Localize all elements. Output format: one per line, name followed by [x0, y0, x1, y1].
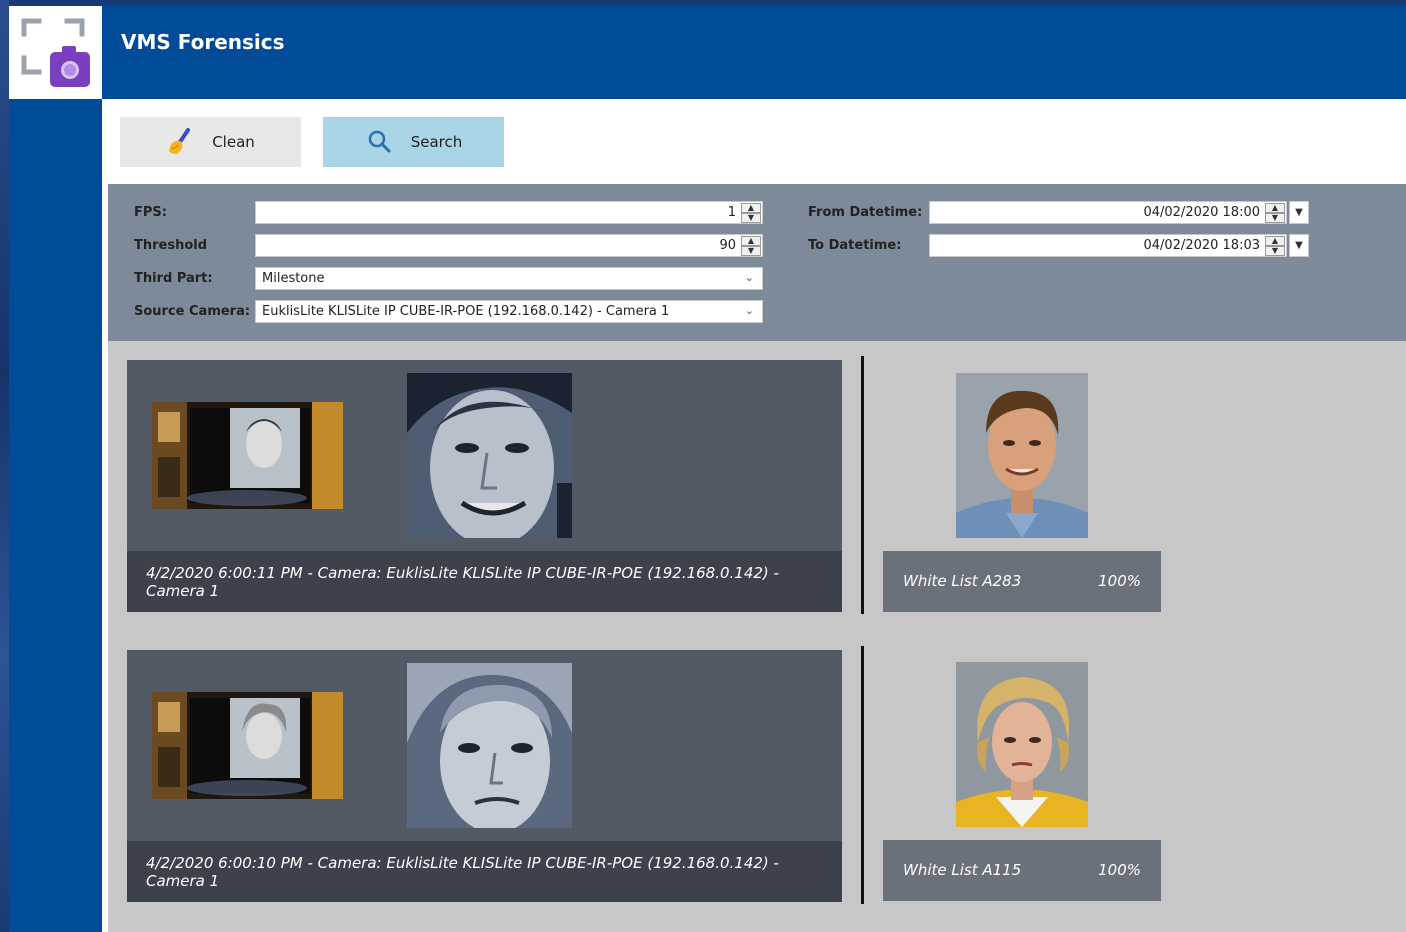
fps-stepper[interactable]: 1 ▲ ▼ [255, 201, 763, 224]
app-logo [9, 6, 102, 99]
fps-value: 1 [727, 205, 736, 220]
threshold-stepper[interactable]: 90 ▲ ▼ [255, 234, 763, 257]
results-list: 4/2/2020 6:00:11 PM - Camera: EuklisLite… [108, 341, 1406, 932]
camera-frame-thumbnail [152, 402, 343, 509]
third-part-value: Milestone [262, 271, 325, 286]
from-datetime-field[interactable]: 04/02/2020 18:00 ▲ ▼ [929, 201, 1287, 224]
broom-icon [166, 127, 196, 157]
from-datetime-label: From Datetime: [808, 205, 923, 220]
to-datetime-label: To Datetime: [808, 238, 902, 253]
to-datetime-value: 04/02/2020 18:03 [1143, 238, 1260, 253]
result-divider [861, 646, 864, 904]
from-datetime-spinner[interactable]: ▲ ▼ [1265, 203, 1285, 223]
source-camera-select[interactable]: EuklisLite KLISLite IP CUBE-IR-POE (192.… [255, 300, 763, 323]
main-panel: Clean Search FPS: 1 ▲ ▼ Threshold 90 ▲ ▼ [102, 99, 1406, 932]
match-name: White List A115 [903, 861, 1022, 879]
spin-down-icon[interactable]: ▼ [741, 246, 761, 256]
from-datetime-dropdown[interactable]: ▼ [1289, 201, 1309, 224]
threshold-label: Threshold [134, 238, 208, 253]
to-datetime-field[interactable]: 04/02/2020 18:03 ▲ ▼ [929, 234, 1287, 257]
third-part-label: Third Part: [134, 271, 213, 286]
to-datetime-dropdown[interactable]: ▼ [1289, 234, 1309, 257]
fps-label: FPS: [134, 205, 167, 220]
result-caption: 4/2/2020 6:00:10 PM - Camera: EuklisLite… [127, 841, 842, 902]
match-label: White List A283 100% [883, 551, 1161, 612]
spin-down-icon[interactable]: ▼ [1265, 246, 1285, 256]
filter-panel: FPS: 1 ▲ ▼ Threshold 90 ▲ ▼ Third Part: … [108, 184, 1406, 341]
sidebar [9, 6, 102, 932]
spin-up-icon[interactable]: ▲ [1265, 203, 1285, 213]
match-photo [956, 662, 1088, 827]
chevron-down-icon: ⌄ [744, 271, 754, 284]
result-divider [861, 356, 864, 614]
result-caption: 4/2/2020 6:00:11 PM - Camera: EuklisLite… [127, 551, 842, 612]
app-title: VMS Forensics [121, 30, 285, 54]
chevron-down-icon: ⌄ [744, 304, 754, 317]
result-card[interactable]: 4/2/2020 6:00:10 PM - Camera: EuklisLite… [127, 650, 842, 902]
clean-button-label: Clean [212, 133, 255, 151]
to-datetime-spinner[interactable]: ▲ ▼ [1265, 236, 1285, 256]
source-camera-value: EuklisLite KLISLite IP CUBE-IR-POE (192.… [262, 304, 670, 319]
app-header: VMS Forensics [102, 6, 1406, 99]
match-score: 100% [1098, 572, 1141, 590]
search-icon [365, 127, 395, 157]
match-photo [956, 373, 1088, 538]
match-label: White List A115 100% [883, 840, 1161, 901]
fps-spinner[interactable]: ▲ ▼ [741, 203, 761, 223]
desktop-background [0, 0, 9, 932]
threshold-spinner[interactable]: ▲ ▼ [741, 236, 761, 256]
clean-button[interactable]: Clean [120, 117, 301, 167]
third-part-select[interactable]: Milestone ⌄ [255, 267, 763, 290]
spin-up-icon[interactable]: ▲ [741, 203, 761, 213]
result-card[interactable]: 4/2/2020 6:00:11 PM - Camera: EuklisLite… [127, 360, 842, 612]
camera-frame-thumbnail [152, 692, 343, 799]
match-name: White List A283 [903, 572, 1022, 590]
chevron-down-icon: ▼ [1295, 240, 1303, 251]
threshold-value: 90 [719, 238, 736, 253]
match-score: 100% [1098, 861, 1141, 879]
face-crop-image [407, 373, 572, 538]
spin-up-icon[interactable]: ▲ [741, 236, 761, 246]
from-datetime-value: 04/02/2020 18:00 [1143, 205, 1260, 220]
chevron-down-icon: ▼ [1295, 207, 1303, 218]
face-crop-image [407, 663, 572, 828]
search-button[interactable]: Search [323, 117, 504, 167]
spin-down-icon[interactable]: ▼ [1265, 213, 1285, 223]
camera-frame-icon [21, 18, 90, 87]
search-button-label: Search [410, 133, 463, 151]
spin-up-icon[interactable]: ▲ [1265, 236, 1285, 246]
spin-down-icon[interactable]: ▼ [741, 213, 761, 223]
source-camera-label: Source Camera: [134, 304, 251, 319]
